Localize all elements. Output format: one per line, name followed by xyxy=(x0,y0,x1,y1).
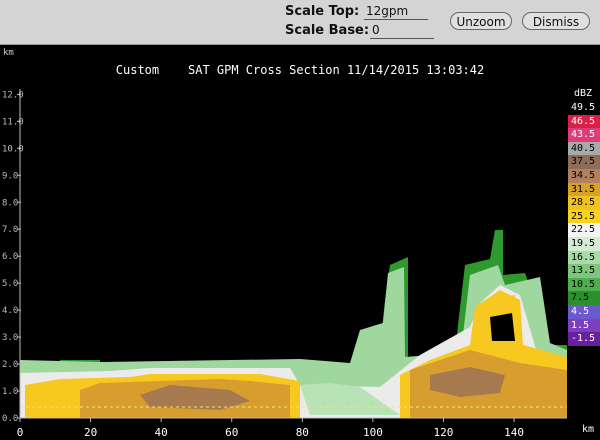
y-tick-label: 2.0 xyxy=(2,360,18,370)
colorbar-cell: 22.5 xyxy=(568,223,600,237)
colorbar-cell: 4.5 xyxy=(568,304,600,319)
y-tick-label: 10.0 xyxy=(2,144,24,154)
colorbar-cell: 43.5 xyxy=(568,128,600,142)
colorbar-cell: 37.5 xyxy=(568,155,600,169)
colorbar-cell: 1.5 xyxy=(568,318,600,333)
scale-top-label: Scale Top: xyxy=(285,4,360,19)
x-tick-label: 140 xyxy=(504,426,524,439)
scale-top-field[interactable]: 12gpm xyxy=(364,3,428,20)
y-tick-label: 12.0 xyxy=(2,90,24,100)
colorbar-cell: -1.5 xyxy=(568,332,600,346)
colorbar-legend: dBZ 49.5 46.5 43.5 40.5 37.5 34.5 31.5 28.5 25.5… xyxy=(568,87,600,346)
colorbar-cell: 40.5 xyxy=(568,141,600,156)
colorbar-cell: 31.5 xyxy=(568,182,600,197)
y-tick-label: 1.0 xyxy=(2,387,18,397)
chart-canvas[interactable]: 0.0 1.0 2.0 3.0 4.0 5.0 6.0 7.0 8.0 9.0 10.0 11.0 12… xyxy=(0,45,600,440)
y-tick-label: 8.0 xyxy=(2,198,18,208)
echo-region-11 xyxy=(490,313,515,341)
y-tick-label: 11.0 xyxy=(2,117,24,127)
colorbar-cell: 34.5 xyxy=(568,168,600,183)
colorbar-cell: 25.5 xyxy=(568,209,600,224)
scale-base-field[interactable]: 0 xyxy=(370,22,434,39)
y-tick-label: 5.0 xyxy=(2,279,18,289)
x-tick-label: 100 xyxy=(363,426,383,439)
colorbar-cell: 28.5 xyxy=(568,196,600,210)
x-tick-label: 60 xyxy=(225,426,238,439)
x-tick-label: 120 xyxy=(434,426,454,439)
dismiss-button[interactable]: Dismiss xyxy=(522,12,590,30)
colorbar-cell: 19.5 xyxy=(568,236,600,251)
y-tick-label: 3.0 xyxy=(2,333,18,343)
colorbar-cell: 13.5 xyxy=(568,264,600,278)
y-tick-label: 4.0 xyxy=(2,306,18,316)
x-tick-label: 40 xyxy=(155,426,168,439)
y-tick-label: 6.0 xyxy=(2,252,18,262)
y-tick-label: 9.0 xyxy=(2,171,18,181)
colorbar-cell: 10.5 xyxy=(568,277,600,292)
colorbar-cell: 7.5 xyxy=(568,291,600,305)
cross-section-plot[interactable]: km Custom SAT GPM Cross Section 11/14/20… xyxy=(0,45,600,440)
unzoom-button[interactable]: Unzoom xyxy=(450,12,512,30)
toolbar: Scale Top: 12gpm Scale Base: 0 Unzoom Di… xyxy=(0,0,600,45)
colorbar-unit-label: dBZ xyxy=(574,88,593,99)
x-tick-label: 80 xyxy=(296,426,309,439)
x-tick-label: 20 xyxy=(84,426,97,439)
colorbar-cell: 16.5 xyxy=(568,250,600,265)
colorbar-cell: 46.5 xyxy=(568,114,600,129)
scale-base-label: Scale Base: xyxy=(285,23,370,38)
x-axis-unit-label: km xyxy=(582,424,594,435)
colorbar-cell: 49.5 xyxy=(568,101,600,115)
x-tick-label: 0 xyxy=(17,426,24,439)
y-tick-label: 7.0 xyxy=(2,225,18,235)
y-tick-label: 0.0 xyxy=(2,414,18,424)
